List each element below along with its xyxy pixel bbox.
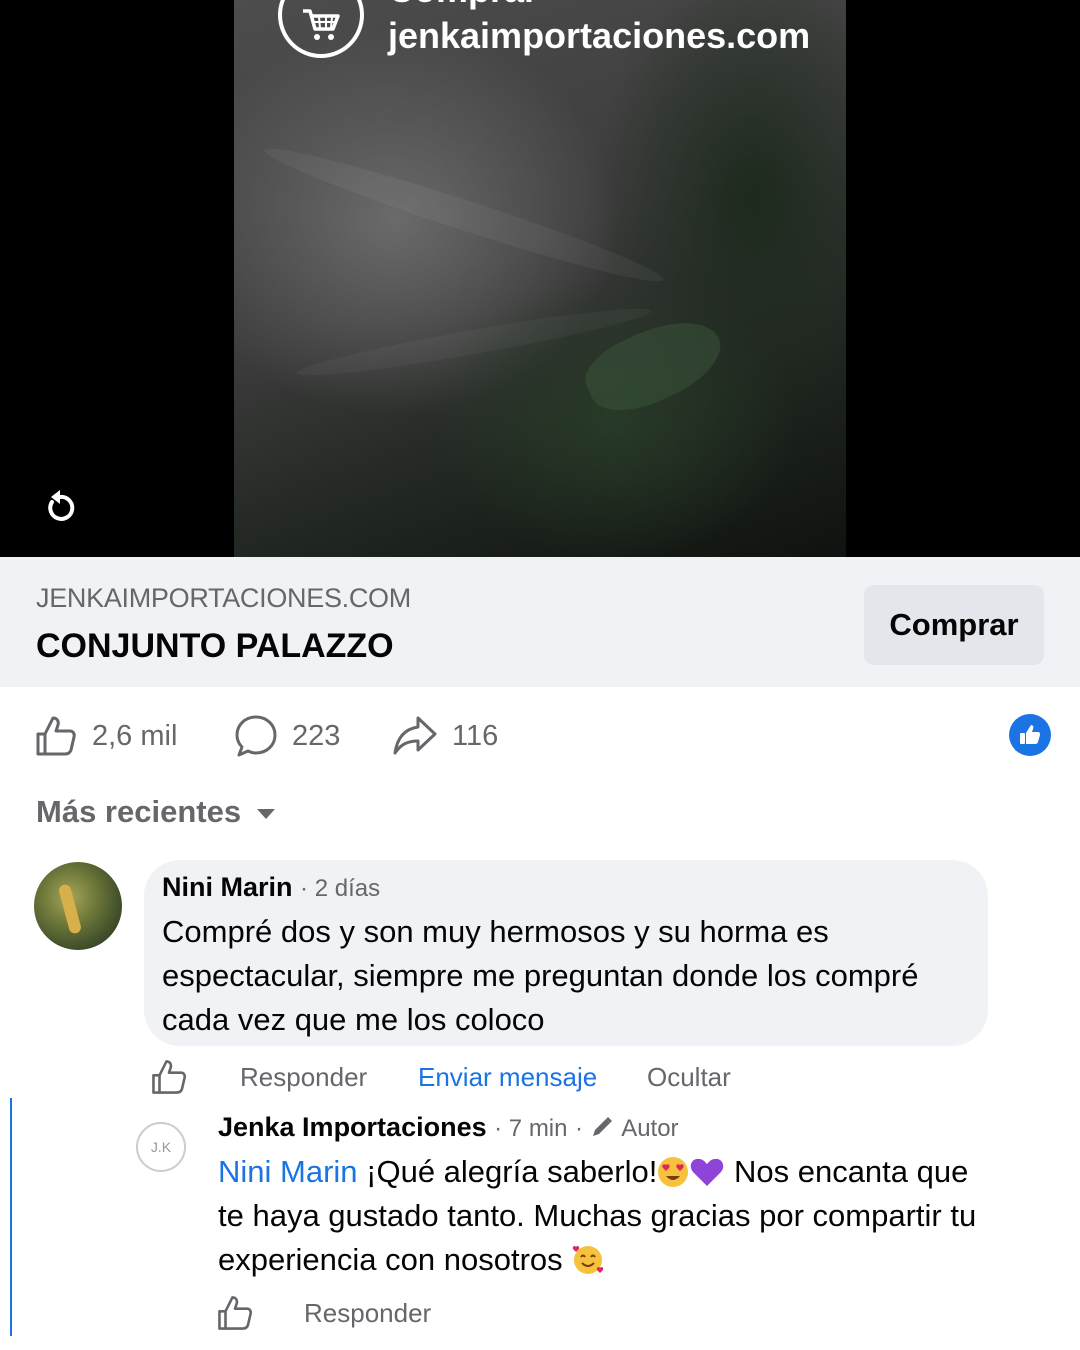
comment-icon <box>235 715 277 757</box>
hide-button[interactable]: Ocultar <box>647 1062 731 1093</box>
reply-button[interactable]: Responder <box>304 1298 431 1329</box>
comment-author-line: Nini Marin · 2 días <box>162 872 380 903</box>
reaction-stats-row: 2,6 mil 223 116 <box>0 700 1080 770</box>
product-bar[interactable]: JENKAIMPORTACIONES.COM CONJUNTO PALAZZO … <box>0 557 1080 687</box>
overlay-url: jenkaimportaciones.com <box>388 15 811 56</box>
comment-sort-dropdown[interactable]: Más recientes <box>36 794 276 830</box>
like-stat[interactable]: 2,6 mil <box>34 714 177 758</box>
reply-button[interactable]: Responder <box>240 1062 367 1093</box>
like-count: 2,6 mil <box>92 719 178 752</box>
reply-time-separator: · <box>494 1115 509 1142</box>
smiling-face-with-hearts-icon <box>573 1245 604 1274</box>
product-domain: JENKAIMPORTACIONES.COM <box>36 583 411 613</box>
comment-count: 223 <box>292 719 341 752</box>
reply-meta-separator: · <box>575 1115 590 1142</box>
reply-text-block: Nini Marin ¡Qué alegría saberlo! Nos enc… <box>218 1150 998 1282</box>
thumbs-up-icon[interactable] <box>216 1294 254 1332</box>
overlay-cta-label: Comprar <box>388 0 538 8</box>
comment-time-separator: · <box>300 875 315 902</box>
thumbs-up-icon[interactable] <box>150 1058 188 1096</box>
comment-bubble: Nini Marin · 2 días Compré dos y son muy… <box>144 860 988 1046</box>
reply-thread-line <box>10 1098 12 1336</box>
share-icon <box>393 716 437 755</box>
comment-stat[interactable]: 223 <box>234 714 340 758</box>
sort-label: Más recientes <box>36 794 242 829</box>
product-title: CONJUNTO PALAZZO <box>36 627 394 665</box>
avatar[interactable] <box>34 862 122 950</box>
video-frame[interactable] <box>234 0 846 557</box>
share-stat[interactable]: 116 <box>392 714 498 758</box>
video-fabric-fold <box>259 135 669 295</box>
caret-down-icon <box>257 809 276 819</box>
reply-text-part-1: ¡Qué alegría saberlo! <box>357 1154 658 1189</box>
thumbs-up-icon <box>36 716 76 756</box>
buy-button[interactable]: Comprar <box>864 585 1044 665</box>
avatar[interactable]: J.K <box>136 1122 186 1172</box>
purple-heart-icon <box>691 1158 724 1186</box>
reply-time[interactable]: 7 min <box>509 1115 568 1142</box>
comment-time[interactable]: 2 días <box>315 875 380 902</box>
author-badge: Autor <box>621 1115 679 1142</box>
replay-icon[interactable] <box>40 488 80 528</box>
reply-author[interactable]: Jenka Importaciones <box>218 1112 487 1142</box>
comment-text: Compré dos y son muy hermosos y su horma… <box>162 914 919 1037</box>
avatar-image-detail <box>57 883 83 935</box>
reply-author-line: Jenka Importaciones · 7 min · Autor <box>218 1112 679 1143</box>
send-message-button[interactable]: Enviar mensaje <box>418 1062 597 1093</box>
reply-mention[interactable]: Nini Marin <box>218 1154 358 1189</box>
share-count: 116 <box>452 719 499 752</box>
video-player[interactable]: Comprar jenkaimportaciones.com <box>0 0 1080 557</box>
comment-author[interactable]: Nini Marin <box>162 872 293 902</box>
like-reaction-icon <box>1009 714 1051 756</box>
heart-eyes-emoji-icon <box>658 1157 689 1187</box>
pencil-icon <box>592 1117 612 1136</box>
